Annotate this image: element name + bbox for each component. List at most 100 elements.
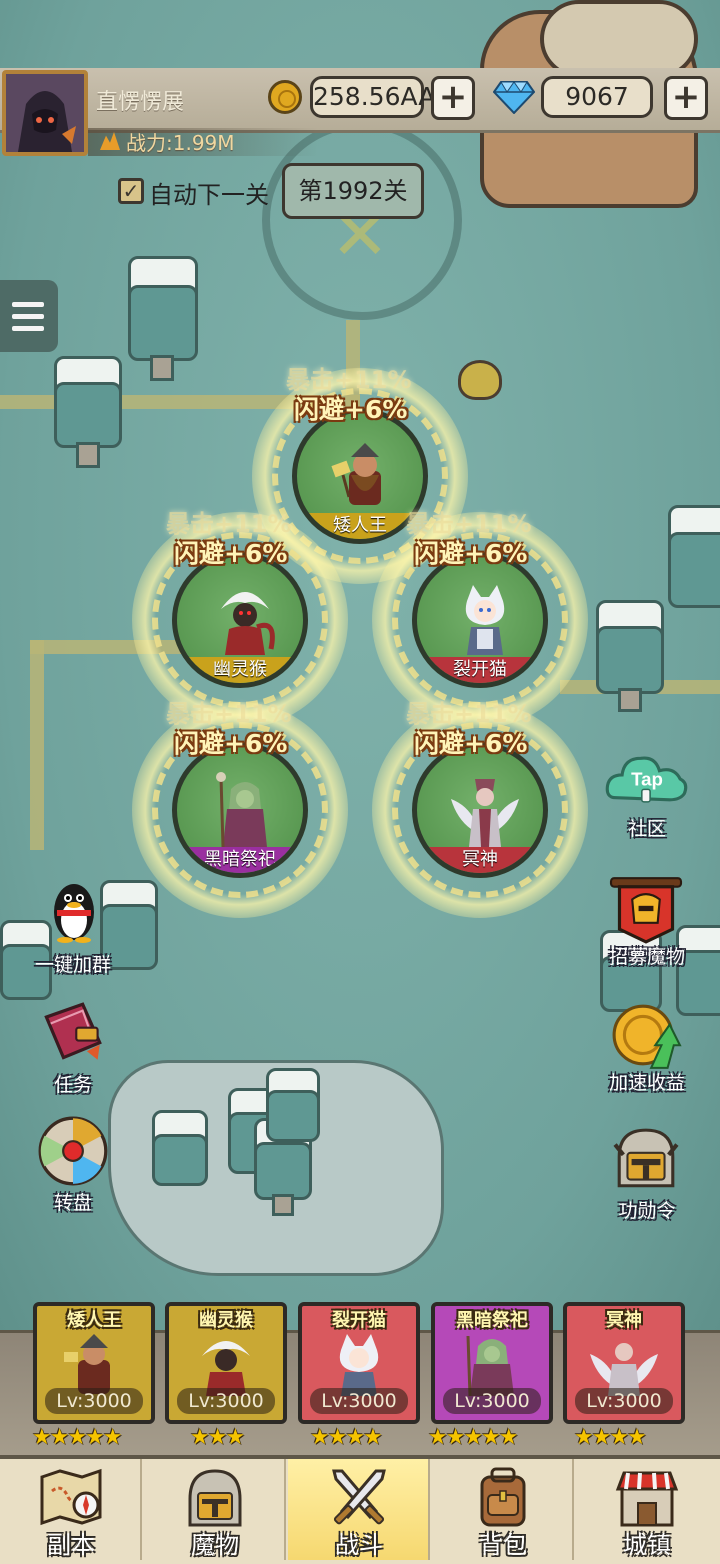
helmet-icon	[613, 1128, 679, 1188]
dwarf-king-icon	[331, 443, 381, 505]
tab-town-label: 城镇	[623, 1531, 671, 1559]
map-path	[30, 640, 44, 850]
hero-level: Lv:3000	[45, 1388, 143, 1414]
merit-order-label: 功勋令	[618, 1200, 676, 1222]
lineup-card-3[interactable]: 裂开猫 Lv:3000	[298, 1302, 420, 1424]
quest-label: 任务	[53, 1074, 92, 1096]
tree	[254, 1142, 312, 1200]
tree	[152, 1134, 208, 1186]
combat-power: 战力:1.99M	[126, 131, 235, 155]
formation-slot-3[interactable]: 裂开猫 暴击+11% 闪避+6%	[372, 510, 588, 728]
add-gold-button[interactable]: +	[431, 76, 475, 120]
player-name: 直愣愣展	[96, 90, 185, 115]
tab-dungeon[interactable]: 副本	[0, 1459, 142, 1560]
formation-slot-2[interactable]: 幽灵猴 暴击+11% 闪避+6%	[132, 510, 348, 728]
community-label: 社区	[627, 818, 666, 840]
split-cat-icon	[465, 585, 505, 655]
community-button[interactable]: Tap 社区	[592, 750, 702, 840]
speed-coin-icon	[612, 1004, 682, 1069]
hero-portrait: 冥神	[412, 742, 548, 878]
dodge-bonus: 闪避+6%	[174, 729, 288, 758]
lucky-wheel-label: 转盘	[53, 1192, 92, 1214]
hero-portrait: 黑暗祭祀	[172, 742, 308, 878]
speed-income-label: 加速收益	[608, 1072, 685, 1094]
recruit-monster-button[interactable]: 招募魔物	[592, 874, 702, 968]
skull-icon	[458, 360, 502, 400]
add-gem-button[interactable]: +	[664, 76, 708, 120]
hero-level: Lv:3000	[310, 1388, 408, 1414]
quest-button[interactable]: 任务	[18, 1000, 128, 1096]
gold-coin-icon	[268, 80, 302, 114]
hero-name: 幽灵猴	[199, 1310, 253, 1331]
hero-level: Lv:3000	[177, 1388, 275, 1414]
menu-button[interactable]	[0, 280, 58, 352]
join-group-button[interactable]: 一键加群	[18, 878, 128, 976]
shop-building-icon	[615, 1471, 679, 1527]
star-rating: ★★★★	[310, 1425, 383, 1450]
tab-battle-label: 战斗	[335, 1531, 383, 1559]
gold-amount: 258.56AA	[310, 76, 435, 118]
hero-name: 裂开猫	[332, 1310, 386, 1331]
formation-slot-5[interactable]: 冥神 暴击+11% 闪避+6%	[372, 700, 588, 918]
tree	[76, 442, 100, 468]
recruit-banner-icon	[609, 877, 683, 944]
backpack-icon	[480, 1467, 526, 1527]
lucky-wheel-button[interactable]: 转盘	[18, 1116, 128, 1214]
hero-name-band: 裂开猫	[417, 657, 543, 683]
dodge-bonus: 闪避+6%	[174, 539, 288, 568]
speed-income-button[interactable]: 加速收益	[592, 1000, 702, 1094]
tree	[618, 688, 642, 712]
taptap-text: Tap	[631, 768, 663, 789]
dodge-bonus: 闪避+6%	[414, 729, 528, 758]
lineup-card-1[interactable]: 矮人王 Lv:3000	[33, 1302, 155, 1424]
hero-portrait: 裂开猫	[412, 552, 548, 688]
auto-next-label: 自动下一关	[149, 181, 269, 209]
hero-name-band: 幽灵猴	[177, 657, 303, 683]
hero-name: 冥神	[606, 1310, 642, 1331]
knight-helmet-icon	[188, 1469, 242, 1527]
rock	[540, 0, 698, 78]
hero-name-band: 黑暗祭祀	[177, 847, 303, 873]
tab-monsters[interactable]: 魔物	[144, 1459, 286, 1560]
tree	[668, 532, 720, 608]
tab-battle[interactable]: 战斗	[288, 1459, 430, 1560]
lineup-card-5[interactable]: 冥神 Lv:3000	[563, 1302, 685, 1424]
map-compass-icon	[40, 1468, 102, 1526]
hero-level: Lv:3000	[443, 1388, 541, 1414]
tree	[150, 355, 174, 381]
auto-next-checkbox[interactable]: ✓	[118, 178, 144, 204]
dodge-bonus: 闪避+6%	[294, 395, 408, 424]
avatar-portrait-icon	[6, 74, 84, 152]
lineup-card-4[interactable]: 黑暗祭祀 Lv:3000	[431, 1302, 553, 1424]
hero-name-band: 冥神	[417, 847, 543, 873]
ghost-monkey-icon	[202, 1341, 250, 1396]
tree	[54, 382, 122, 448]
lineup-card-2[interactable]: 幽灵猴 Lv:3000	[165, 1302, 287, 1424]
formation-slot-4[interactable]: 黑暗祭祀 暴击+11% 闪避+6%	[132, 700, 348, 918]
dodge-bonus: 闪避+6%	[414, 539, 528, 568]
tab-town[interactable]: 城镇	[576, 1459, 720, 1560]
join-group-label: 一键加群	[34, 954, 111, 976]
gem-amount: 9067	[541, 76, 653, 118]
current-stage-badge: 第1992关	[282, 163, 424, 219]
star-rating: ★★★★	[574, 1425, 647, 1450]
ghost-monkey-icon	[221, 592, 275, 655]
quest-book-icon	[44, 1002, 102, 1060]
tree	[272, 1194, 294, 1216]
star-rating: ★★★★★	[428, 1425, 519, 1450]
taptap-cloud-icon: Tap	[605, 756, 688, 803]
tab-monsters-label: 魔物	[191, 1531, 239, 1559]
tab-backpack[interactable]: 背包	[432, 1459, 574, 1560]
split-cat-icon	[339, 1334, 379, 1396]
star-rating: ★★★	[190, 1425, 245, 1450]
penguin-icon	[54, 884, 94, 943]
player-avatar[interactable]	[2, 70, 88, 156]
tree	[128, 285, 198, 361]
wheel-icon	[38, 1116, 108, 1186]
hero-name: 黑暗祭祀	[456, 1310, 528, 1331]
hero-portrait: 幽灵猴	[172, 552, 308, 688]
tab-dungeon-label: 副本	[47, 1531, 95, 1559]
dark-priest-icon	[466, 1335, 514, 1396]
merit-order-button[interactable]: 功勋令	[592, 1126, 702, 1222]
death-god-icon	[451, 779, 519, 847]
